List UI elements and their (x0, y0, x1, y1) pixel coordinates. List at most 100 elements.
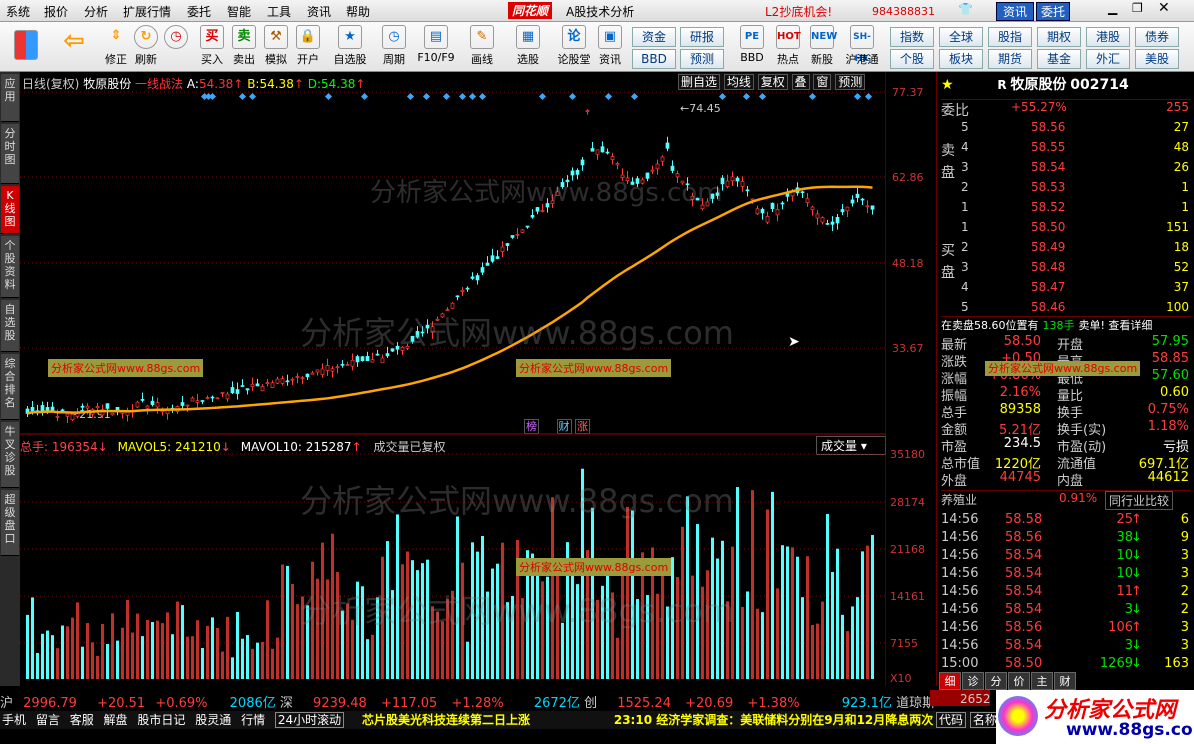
tab-24h[interactable]: 24小时滚动 (274, 712, 345, 728)
menu-item[interactable]: 智能 (227, 3, 251, 20)
ask-row[interactable]: 4 58.55 48 (961, 140, 1191, 158)
menu-item[interactable]: 分析 (84, 3, 108, 20)
tab-gulingtong[interactable]: 股灵通 (195, 713, 231, 727)
draw-line-button[interactable]: ✎ 画线 (466, 24, 498, 70)
options-button[interactable]: 期权 (1037, 27, 1081, 47)
menu-item[interactable]: 报价 (44, 3, 68, 20)
restore-icon[interactable]: ❐ (1132, 1, 1143, 15)
candle (155, 402, 160, 408)
shirt-icon[interactable]: 👕 (958, 2, 973, 16)
layout-icon[interactable] (10, 24, 42, 70)
bond-button[interactable]: 债券 (1135, 27, 1179, 47)
research-button[interactable]: 研报 (680, 27, 724, 47)
detail-tab[interactable]: 价 (1008, 672, 1030, 690)
tab-kline[interactable]: K线图 (1, 186, 19, 234)
us-stock-button[interactable]: 美股 (1135, 49, 1179, 69)
tab-diagnosis[interactable]: 牛叉诊股 (1, 422, 19, 488)
info-button[interactable]: ▣ 资讯 (594, 24, 626, 70)
back-arrow-icon[interactable]: ⇦ (58, 24, 90, 70)
big-order-notice[interactable]: 在卖盘58.60位置有 138手 卖单! 查看详细 (941, 316, 1191, 334)
buy-button[interactable]: 买买入 (196, 24, 228, 70)
index-button[interactable]: 指数 (890, 27, 934, 47)
single-stock-button[interactable]: 个股 (890, 49, 934, 69)
hk-connect-button[interactable]: SH-HK 沪港通 (842, 24, 882, 70)
volume-bar (221, 651, 224, 679)
f10-button[interactable]: ▤ F10/F9 (416, 24, 456, 70)
tab-service[interactable]: 客服 (70, 713, 94, 727)
sell-button[interactable]: 卖卖出 (228, 24, 260, 70)
sector-button[interactable]: 板块 (939, 49, 983, 69)
hotspot-button[interactable]: HOT 热点 (772, 24, 804, 70)
minimize-icon[interactable]: ▁ (1108, 1, 1117, 15)
menu-item[interactable]: 扩展行情 (123, 3, 171, 20)
detail-tab[interactable]: 财 (1054, 672, 1076, 690)
detail-tab[interactable]: 诊 (962, 672, 984, 690)
period-button[interactable]: ◷ 周期 (378, 24, 410, 70)
detail-tab[interactable]: 分 (985, 672, 1007, 690)
detail-tab[interactable]: 细 (939, 672, 961, 690)
ask-row[interactable]: 2 58.53 1 (961, 180, 1191, 198)
tab-market[interactable]: 行情 (241, 713, 265, 727)
forex-button[interactable]: 外汇 (1086, 49, 1130, 69)
refresh-button[interactable]: ↻ 刷新 (130, 24, 162, 70)
forum-button[interactable]: 论论股堂 (554, 24, 594, 70)
menu-item[interactable]: 资讯 (307, 3, 331, 20)
star-icon[interactable]: ★ (941, 77, 954, 93)
watermark-box: 分析家公式网www.88gs.com (985, 360, 1141, 376)
promo-link[interactable]: L2抄底机会! (765, 3, 832, 20)
tab-ranking[interactable]: 综合排名 (1, 354, 19, 420)
menu-item[interactable]: 工具 (267, 3, 291, 20)
open-account-button[interactable]: 🔒 开户 (292, 24, 324, 70)
bid-row[interactable]: 2 58.49 18 (961, 240, 1191, 258)
tab-apps[interactable]: 应用 (1, 74, 19, 122)
tab-super-board[interactable]: 超级盘口 (1, 490, 19, 556)
bbd-button[interactable]: BBD (632, 49, 676, 69)
candle (350, 359, 355, 367)
news-ticker-2[interactable]: 23:10 经济学家调查：美联储料分别在9月和12月降息两次 (614, 713, 933, 727)
trade-button[interactable]: 委托 (1036, 2, 1071, 21)
stock-screen-button[interactable]: ▦ 选股 (512, 24, 544, 70)
menu-item[interactable]: 帮助 (346, 3, 370, 20)
global-button[interactable]: 全球 (939, 27, 983, 47)
volume-bar (146, 619, 149, 679)
measure-button[interactable]: ◷ (160, 24, 192, 70)
candle (685, 183, 690, 186)
industry-compare-button[interactable]: 同行业比较 (1105, 491, 1174, 510)
news-ticker-1[interactable]: 芯片股美光科技连续第二日上涨 (362, 713, 530, 727)
menu-item[interactable]: 系统 (6, 3, 30, 20)
fund-button[interactable]: 资金 (632, 27, 676, 47)
detail-tab[interactable]: 主 (1031, 672, 1053, 690)
menu-item[interactable]: 委托 (187, 3, 211, 20)
simulate-button[interactable]: ⚒ 模拟 (260, 24, 292, 70)
bid-row[interactable]: 4 58.47 37 (961, 280, 1191, 298)
tab-stock-info[interactable]: 个股资料 (1, 236, 19, 298)
candle (465, 287, 470, 290)
bid-row[interactable]: 1 58.50 151 (961, 220, 1191, 238)
fix-button[interactable]: ⇕ 修正 (100, 24, 132, 70)
stock-index-button[interactable]: 股指 (988, 27, 1032, 47)
forecast-button[interactable]: 预测 (680, 49, 724, 69)
volume-bar (521, 598, 524, 679)
ask-row[interactable]: 3 58.54 26 (961, 160, 1191, 178)
tab-message[interactable]: 留言 (36, 713, 60, 727)
tab-mobile[interactable]: 手机 (2, 713, 26, 727)
kline-chart-svg[interactable] (20, 72, 886, 686)
tab-timeshare[interactable]: 分时图 (1, 124, 19, 184)
code-tab[interactable]: 代码 (936, 712, 967, 728)
pe-button[interactable]: PE BBD (736, 24, 768, 70)
tab-watchlist[interactable]: 自选股 (1, 300, 19, 352)
fund2-button[interactable]: 基金 (1037, 49, 1081, 69)
close-icon[interactable]: ✕ (1158, 0, 1170, 16)
tab-commentary[interactable]: 解盘 (104, 713, 128, 727)
news-button[interactable]: 资讯 (996, 2, 1035, 21)
chart-area[interactable]: 日线(复权) 牧原股份 一线战法 A:54.38↑ B:54.38↑ D:54.… (20, 72, 936, 686)
watchlist-button[interactable]: ★ 自选股 (330, 24, 370, 70)
ipo-button[interactable]: NEW 新股 (806, 24, 838, 70)
ask-row[interactable]: 5 58.56 27 (961, 120, 1191, 138)
tab-diary[interactable]: 股市日记 (137, 713, 185, 727)
bid-row[interactable]: 3 58.48 52 (961, 260, 1191, 278)
futures-button[interactable]: 期货 (988, 49, 1032, 69)
ask-row[interactable]: 1 58.52 1 (961, 200, 1191, 218)
hk-stock-button[interactable]: 港股 (1086, 27, 1130, 47)
candle (750, 198, 755, 201)
